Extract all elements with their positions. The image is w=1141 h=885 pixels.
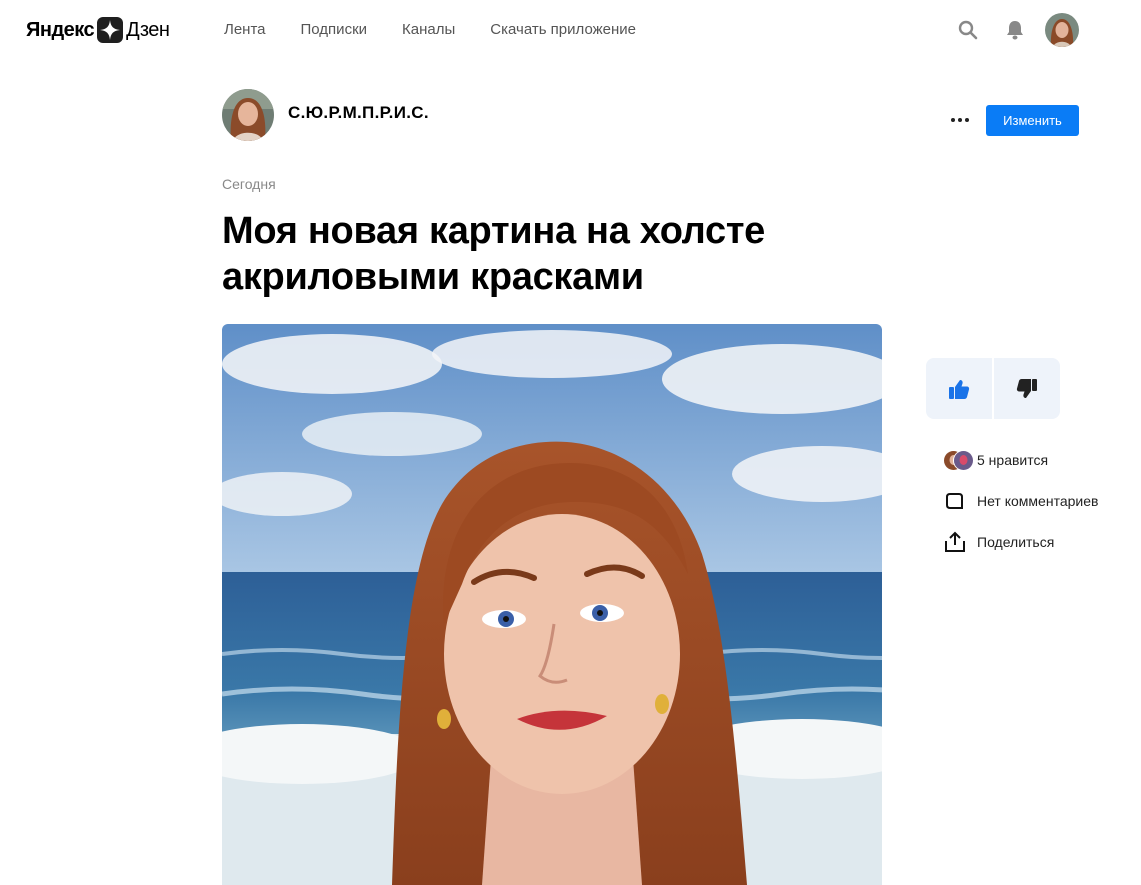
comment-icon — [946, 493, 963, 509]
likes-stat[interactable]: 5 нравится — [943, 450, 1098, 471]
more-dots-icon — [951, 118, 969, 122]
article-image[interactable] — [222, 324, 882, 885]
search-button[interactable] — [952, 12, 984, 48]
share-text: Поделиться — [977, 534, 1055, 550]
logo-text-zen: Дзен — [126, 18, 170, 41]
channel-avatar-image — [222, 89, 274, 141]
share-icon — [945, 531, 965, 552]
article-title: Моя новая картина на холсте акриловыми к… — [222, 210, 765, 298]
publish-date: Сегодня — [222, 176, 276, 192]
nav-channels[interactable]: Каналы — [402, 21, 455, 38]
nav-subscriptions[interactable]: Подписки — [301, 21, 368, 38]
user-avatar-image — [1045, 13, 1079, 47]
channel-name[interactable]: С.Ю.Р.М.П.Р.И.С. — [288, 103, 429, 123]
like-button[interactable] — [926, 358, 992, 419]
yandex-zen-logo[interactable]: Яндекс Дзен — [26, 15, 170, 45]
article-stats: 5 нравится Нет комментариев Поделиться — [943, 450, 1098, 573]
search-icon — [958, 20, 978, 40]
channel-header: С.Ю.Р.М.П.Р.И.С. — [222, 89, 429, 141]
more-options-button[interactable] — [947, 108, 973, 132]
header-actions — [937, 12, 1079, 48]
top-bar: Яндекс Дзен Лента Подписки Каналы Скачат… — [0, 0, 1141, 62]
logo-text-yandex: Яндекс — [26, 18, 95, 41]
dislike-button[interactable] — [994, 358, 1060, 419]
nav-download-app[interactable]: Скачать приложение — [490, 21, 636, 38]
nav-feed[interactable]: Лента — [224, 21, 266, 38]
channel-avatar[interactable] — [222, 89, 274, 141]
bell-icon — [1007, 21, 1023, 40]
painting-portrait-image — [222, 324, 882, 885]
comments-stat[interactable]: Нет комментариев — [943, 491, 1098, 511]
comments-text: Нет комментариев — [977, 493, 1099, 509]
share-stat[interactable]: Поделиться — [943, 531, 1098, 552]
edit-button[interactable]: Изменить — [986, 105, 1079, 136]
notifications-button[interactable] — [999, 12, 1031, 48]
likes-count-text: 5 нравится — [977, 452, 1049, 468]
thumbs-up-icon — [949, 379, 970, 399]
vote-controls — [926, 358, 1060, 419]
thumbs-down-icon — [1016, 378, 1037, 398]
zen-logo-icon — [97, 17, 124, 43]
liker-avatar — [953, 450, 974, 471]
main-nav: Лента Подписки Каналы Скачать приложение — [224, 21, 636, 38]
liker-avatars — [943, 450, 977, 471]
user-avatar[interactable] — [1045, 13, 1079, 47]
